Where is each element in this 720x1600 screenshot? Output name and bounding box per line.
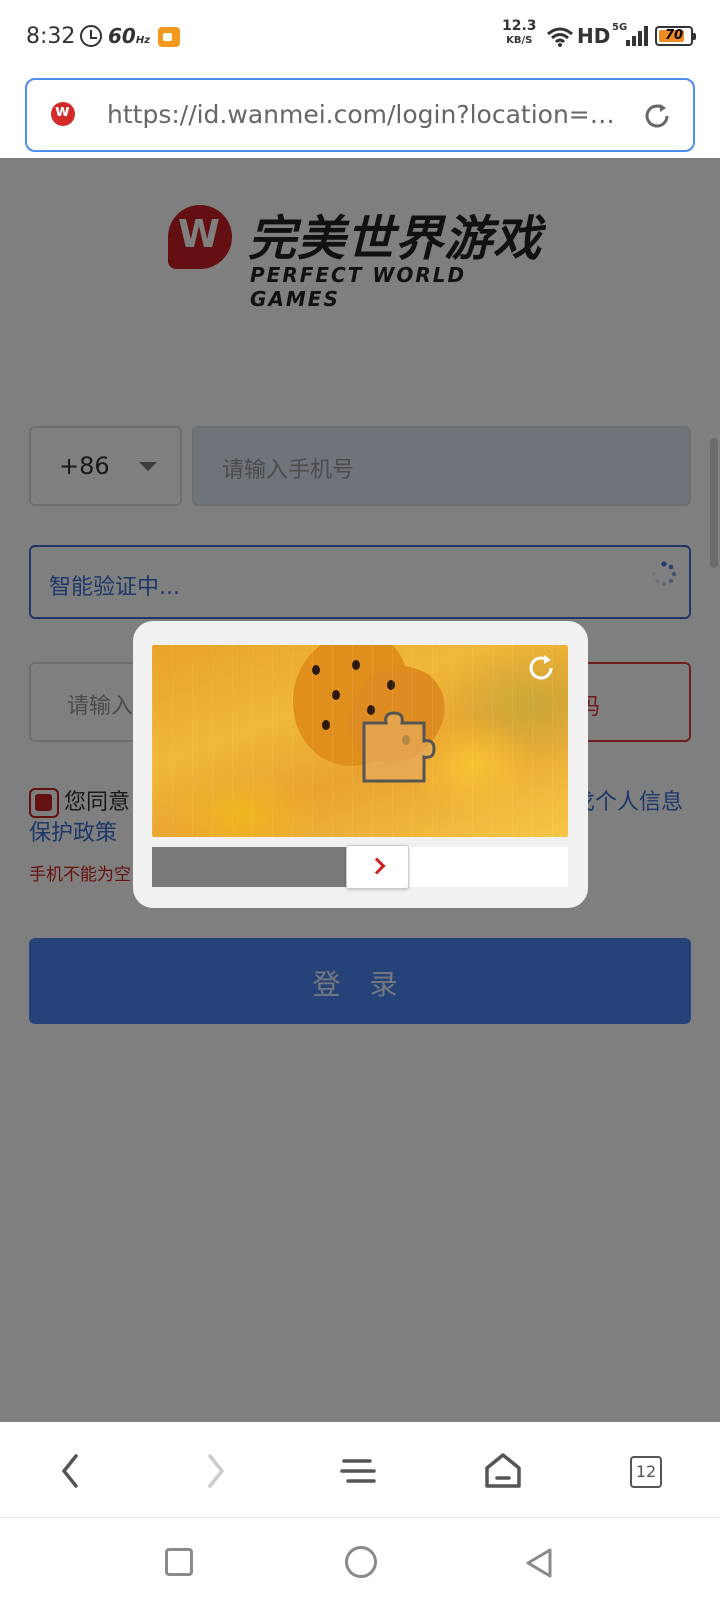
screen-record-icon bbox=[158, 27, 180, 47]
url-text[interactable]: https://id.wanmei.com/login?location=h..… bbox=[107, 100, 617, 129]
refresh-icon[interactable] bbox=[526, 653, 556, 683]
back-icon[interactable] bbox=[46, 1446, 96, 1496]
chevron-right-icon bbox=[368, 857, 386, 875]
net-speed: 12.3 KB/S bbox=[502, 18, 537, 46]
wanmei-favicon-icon bbox=[51, 101, 75, 126]
slider-handle[interactable] bbox=[345, 845, 409, 889]
forward-icon[interactable] bbox=[190, 1446, 240, 1496]
reload-icon[interactable] bbox=[641, 100, 673, 132]
screen: 8:32 60Hz 12.3KB/S HD 5G 70 https://id.w… bbox=[0, 0, 720, 1600]
captcha-image bbox=[152, 645, 568, 837]
hd-indicator: HD bbox=[577, 24, 611, 48]
status-time: 8:32 bbox=[26, 24, 76, 49]
home-icon[interactable] bbox=[478, 1446, 528, 1496]
recents-icon[interactable] bbox=[165, 1548, 193, 1576]
wifi-icon bbox=[547, 27, 573, 47]
battery-icon: 70 bbox=[655, 26, 696, 46]
tabs-button[interactable]: 12 bbox=[622, 1446, 672, 1496]
alarm-icon bbox=[80, 25, 102, 47]
url-bar[interactable]: https://id.wanmei.com/login?location=h..… bbox=[25, 78, 695, 152]
status-bar: 8:32 60Hz 12.3 KB/S HD 5G 70 bbox=[0, 0, 720, 74]
back-triangle-icon[interactable] bbox=[522, 1546, 556, 1580]
system-navigation-bar bbox=[0, 1518, 720, 1600]
browser-toolbar: 12 bbox=[0, 1422, 720, 1518]
home-circle-icon[interactable] bbox=[345, 1546, 377, 1578]
refresh-rate: 60Hz bbox=[108, 24, 151, 48]
slider-fill bbox=[152, 847, 348, 887]
tabs-count: 12 bbox=[630, 1456, 662, 1488]
menu-icon[interactable] bbox=[334, 1446, 384, 1496]
signal-icon bbox=[626, 26, 648, 46]
slider-track[interactable] bbox=[152, 845, 568, 889]
slider-captcha bbox=[133, 621, 588, 908]
puzzle-piece-icon[interactable] bbox=[360, 711, 440, 785]
